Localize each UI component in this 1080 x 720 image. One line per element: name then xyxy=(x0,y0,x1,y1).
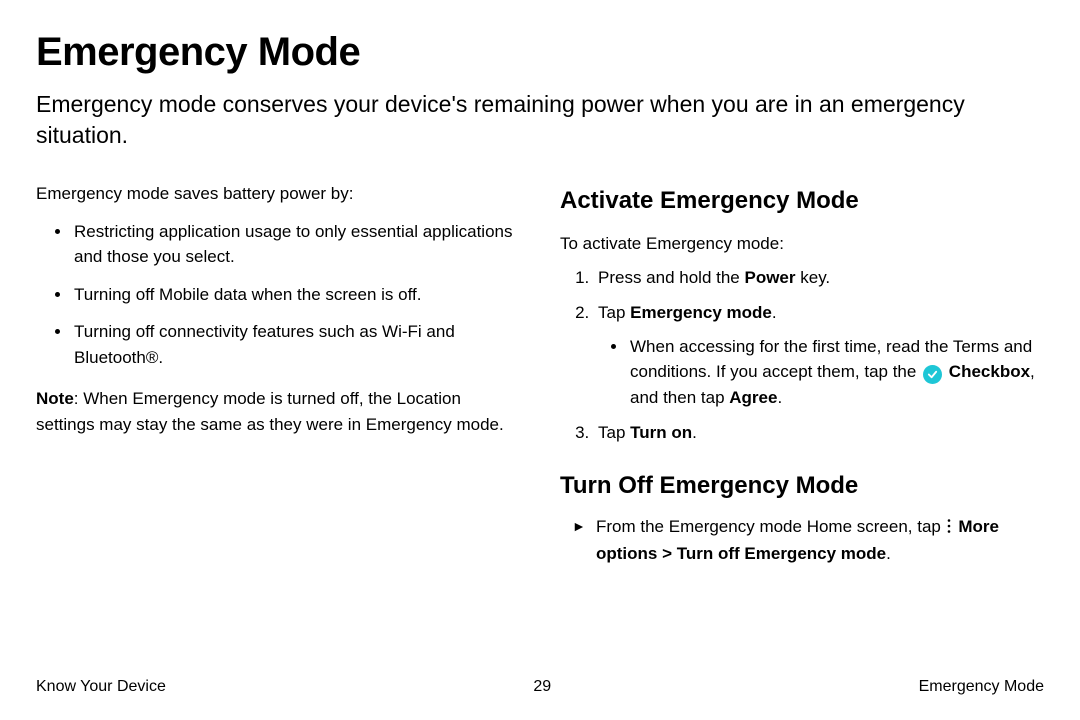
bold-text: Agree xyxy=(729,388,777,407)
page-title: Emergency Mode xyxy=(36,30,1044,75)
turnoff-heading: Turn Off Emergency Mode xyxy=(560,468,1044,504)
activate-lead: To activate Emergency mode: xyxy=(560,231,1044,257)
note-label: Note xyxy=(36,389,74,408)
step-text: Tap xyxy=(598,423,630,442)
step-text: Press and hold the xyxy=(598,268,744,287)
turnoff-text: From the Emergency mode Home screen, tap xyxy=(596,517,946,536)
step-2-sub: When accessing for the first time, read … xyxy=(598,334,1044,411)
arrow-icon: ► xyxy=(572,516,586,537)
list-item: Turning off Mobile data when the screen … xyxy=(72,282,520,308)
step-1: Press and hold the Power key. xyxy=(594,265,1044,291)
step-text: . xyxy=(692,423,697,442)
footer-page-number: 29 xyxy=(533,678,551,696)
step-text: key. xyxy=(796,268,831,287)
step-2: Tap Emergency mode. When accessing for t… xyxy=(594,300,1044,410)
more-options-icon xyxy=(946,516,952,542)
bold-text: Turn on xyxy=(630,423,692,442)
bold-text: Power xyxy=(744,268,795,287)
left-column: Emergency mode saves battery power by: R… xyxy=(36,181,520,573)
right-column: Activate Emergency Mode To activate Emer… xyxy=(560,181,1044,573)
bold-text: Emergency mode xyxy=(630,303,772,322)
left-bullets: Restricting application usage to only es… xyxy=(36,219,520,371)
bold-text: Checkbox xyxy=(949,362,1030,381)
note-text: : When Emergency mode is turned off, the… xyxy=(36,389,504,434)
left-lead: Emergency mode saves battery power by: xyxy=(36,181,520,207)
activate-steps: Press and hold the Power key. Tap Emerge… xyxy=(560,265,1044,446)
turnoff-list: ► From the Emergency mode Home screen, t… xyxy=(560,514,1044,567)
activate-heading: Activate Emergency Mode xyxy=(560,183,1044,219)
turnoff-item: ► From the Emergency mode Home screen, t… xyxy=(572,514,1044,567)
page-footer: Know Your Device 29 Emergency Mode xyxy=(36,678,1044,696)
footer-left: Know Your Device xyxy=(36,678,166,696)
step-text: Tap xyxy=(598,303,630,322)
list-item: Turning off connectivity features such a… xyxy=(72,319,520,370)
intro-text: Emergency mode conserves your device's r… xyxy=(36,89,1044,151)
checkbox-icon xyxy=(923,365,942,384)
sub-item: When accessing for the first time, read … xyxy=(628,334,1044,411)
sub-text: . xyxy=(777,388,782,407)
step-text: . xyxy=(772,303,777,322)
list-item: Restricting application usage to only es… xyxy=(72,219,520,270)
turnoff-text: . xyxy=(886,544,891,563)
note-paragraph: Note: When Emergency mode is turned off,… xyxy=(36,386,520,437)
content-columns: Emergency mode saves battery power by: R… xyxy=(36,181,1044,573)
footer-right: Emergency Mode xyxy=(919,678,1044,696)
step-3: Tap Turn on. xyxy=(594,420,1044,446)
